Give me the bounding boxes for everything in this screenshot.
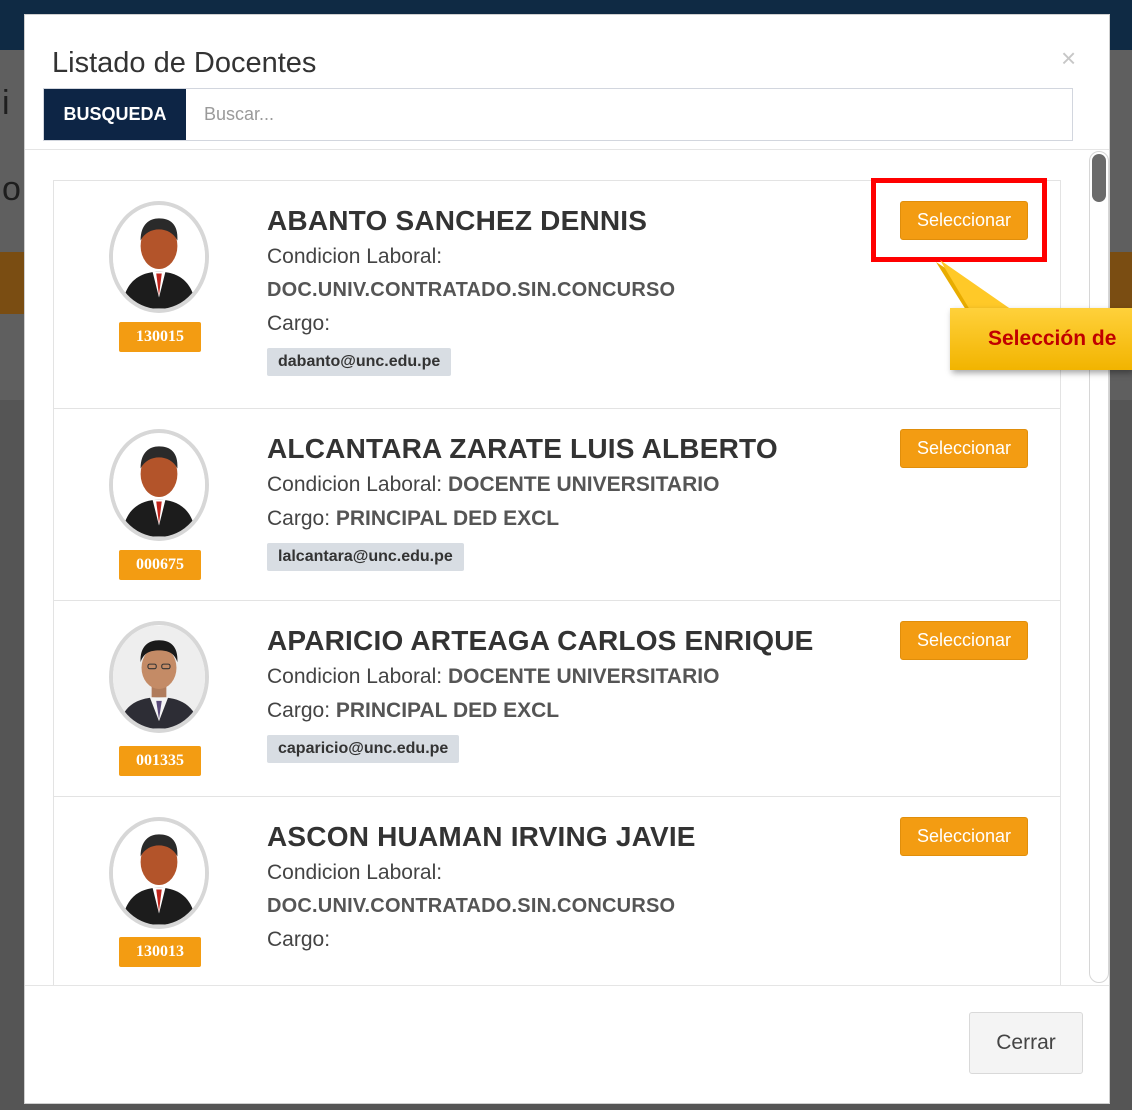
annotation-callout: Selección de — [950, 308, 1132, 370]
condicion-line: Condicion Laboral: DOCENTE UNIVERSITARIO — [267, 473, 778, 497]
teacher-name: APARICIO ARTEAGA CARLOS ENRIQUE — [267, 625, 814, 656]
default-user-icon — [109, 817, 209, 929]
teacher-info: APARICIO ARTEAGA CARLOS ENRIQUE Condicio… — [267, 625, 814, 763]
search-input[interactable] — [186, 89, 1072, 140]
teacher-photo — [109, 621, 209, 733]
teacher-info: ALCANTARA ZARATE LUIS ALBERTO Condicion … — [267, 433, 778, 571]
search-group: BUSQUEDA — [43, 88, 1073, 141]
teacher-code-badge: 001335 — [119, 746, 201, 776]
cargo-value: PRINCIPAL DED EXCL — [335, 507, 560, 530]
cargo-label: Cargo: — [267, 312, 331, 335]
default-user-icon — [109, 201, 209, 313]
condicion-label: Condicion Laboral: — [267, 473, 443, 496]
cargo-label: Cargo: — [267, 699, 331, 722]
condicion-label: Condicion Laboral: — [267, 861, 443, 884]
teacher-name: ASCON HUAMAN IRVING JAVIE — [267, 821, 696, 852]
background-strip — [0, 252, 24, 314]
cargo-line: Cargo: PRINCIPAL DED EXCL — [267, 699, 814, 723]
teacher-code-badge: 130015 — [119, 322, 201, 352]
select-button[interactable]: Seleccionar — [900, 429, 1028, 468]
close-icon[interactable]: × — [1061, 45, 1076, 71]
background-text-fragment: o — [2, 170, 21, 208]
teacher-code-badge: 130013 — [119, 937, 201, 967]
select-button[interactable]: Seleccionar — [900, 817, 1028, 856]
scrollbar-thumb[interactable] — [1092, 154, 1106, 202]
cargo-label: Cargo: — [267, 928, 331, 951]
condicion-label: Condicion Laboral: — [267, 245, 443, 268]
divider — [25, 985, 1109, 986]
condicion-value: DOCENTE UNIVERSITARIO — [447, 473, 720, 496]
modal-title: Listado de Docentes — [52, 47, 317, 79]
select-button[interactable]: Seleccionar — [900, 621, 1028, 660]
teacher-info: ABANTO SANCHEZ DENNIS Condicion Laboral:… — [267, 205, 675, 376]
cargo-label: Cargo: — [267, 507, 331, 530]
cargo-value: PRINCIPAL DED EXCL — [335, 699, 560, 722]
condicion-value: DOCENTE UNIVERSITARIO — [447, 665, 720, 688]
search-addon-label: BUSQUEDA — [44, 89, 186, 140]
teacher-email: dabanto@unc.edu.pe — [267, 348, 452, 376]
condicion-value: DOC.UNIV.CONTRATADO.SIN.CONCURSO — [267, 279, 676, 301]
default-user-icon — [109, 429, 209, 541]
background-text-fragment: i — [2, 84, 10, 122]
teacher-code-badge: 000675 — [119, 550, 201, 580]
teacher-email: lalcantara@unc.edu.pe — [267, 543, 464, 571]
teacher-info: ASCON HUAMAN IRVING JAVIE Condicion Labo… — [267, 821, 696, 962]
condicion-label: Condicion Laboral: — [267, 665, 443, 688]
condicion-line: Condicion Laboral: DOCENTE UNIVERSITARIO — [267, 665, 814, 689]
teacher-item: 130013 ASCON HUAMAN IRVING JAVIE Condici… — [54, 797, 1060, 985]
condicion-value: DOC.UNIV.CONTRATADO.SIN.CONCURSO — [267, 895, 676, 917]
teacher-name: ALCANTARA ZARATE LUIS ALBERTO — [267, 433, 778, 464]
close-button[interactable]: Cerrar — [969, 1012, 1083, 1074]
teacher-item: 001335 APARICIO ARTEAGA CARLOS ENRIQUE C… — [54, 601, 1060, 797]
teacher-item: 000675 ALCANTARA ZARATE LUIS ALBERTO Con… — [54, 409, 1060, 601]
teacher-email: caparicio@unc.edu.pe — [267, 735, 460, 763]
cargo-line: Cargo: PRINCIPAL DED EXCL — [267, 507, 778, 531]
teacher-name: ABANTO SANCHEZ DENNIS — [267, 205, 648, 236]
